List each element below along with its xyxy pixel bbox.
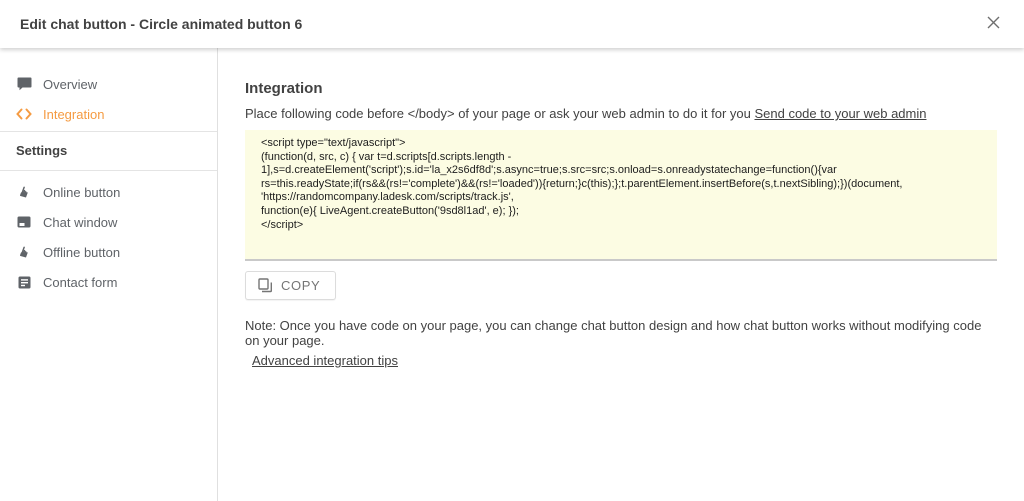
integration-panel: Integration Place following code before … [218, 48, 1024, 501]
close-icon [987, 16, 1000, 32]
sidebar-item-integration[interactable]: Integration [0, 99, 217, 129]
code-line: <script type="text/javascript"> [261, 137, 981, 151]
copy-icon [258, 278, 272, 293]
instructions-text: Place following code before </body> of y… [245, 106, 997, 121]
advanced-tips-link[interactable]: Advanced integration tips [252, 353, 398, 368]
chat-bubble-icon [16, 76, 32, 92]
code-icon [16, 106, 32, 122]
code-line: </script> [261, 219, 981, 233]
sidebar-settings-group: ☛ Online button Chat window ☛ Offline bu… [0, 171, 217, 297]
copy-button-label: COPY [281, 278, 320, 293]
sidebar: Overview Integration Settings ☛ Online b… [0, 48, 218, 501]
sidebar-section-settings: Settings [0, 132, 217, 168]
contact-form-icon [16, 274, 32, 290]
sidebar-item-label: Online button [43, 185, 120, 200]
sidebar-item-label: Integration [43, 107, 104, 122]
sidebar-item-label: Offline button [43, 245, 120, 260]
chat-window-icon [16, 214, 32, 230]
sidebar-item-label: Overview [43, 77, 97, 92]
sidebar-item-overview[interactable]: Overview [0, 69, 217, 99]
sidebar-item-online-button[interactable]: ☛ Online button [0, 177, 217, 207]
instructions-label: Place following code before </body> of y… [245, 106, 751, 121]
section-title: Integration [245, 80, 997, 97]
code-line: 'https://randomcompany.ladesk.com/script… [261, 191, 981, 205]
hand-pointer-icon: ☛ [16, 244, 32, 260]
sidebar-item-label: Contact form [43, 275, 117, 290]
edit-chat-button-dialog: Edit chat button - Circle animated butto… [0, 0, 1024, 501]
note-text: Note: Once you have code on your page, y… [245, 318, 997, 348]
sidebar-item-offline-button[interactable]: ☛ Offline button [0, 237, 217, 267]
code-line: rs=this.readyState;if(rs&&(rs!='complete… [261, 178, 981, 192]
copy-button[interactable]: COPY [245, 271, 336, 300]
hand-pointer-icon: ☛ [16, 184, 32, 200]
dialog-body: Overview Integration Settings ☛ Online b… [0, 48, 1024, 501]
send-code-link[interactable]: Send code to your web admin [754, 106, 926, 121]
dialog-title: Edit chat button - Circle animated butto… [20, 16, 302, 32]
sidebar-item-chat-window[interactable]: Chat window [0, 207, 217, 237]
code-line: function(e){ LiveAgent.createButton('9sd… [261, 205, 981, 219]
sidebar-item-label: Chat window [43, 215, 117, 230]
dialog-header: Edit chat button - Circle animated butto… [0, 0, 1024, 48]
code-line: (function(d, src, c) { var t=d.scripts[d… [261, 151, 981, 165]
code-line: 1],s=d.createElement('script');s.id='la_… [261, 164, 981, 178]
close-button[interactable] [983, 12, 1004, 36]
integration-code-box[interactable]: <script type="text/javascript"> (functio… [245, 130, 997, 261]
sidebar-item-contact-form[interactable]: Contact form [0, 267, 217, 297]
